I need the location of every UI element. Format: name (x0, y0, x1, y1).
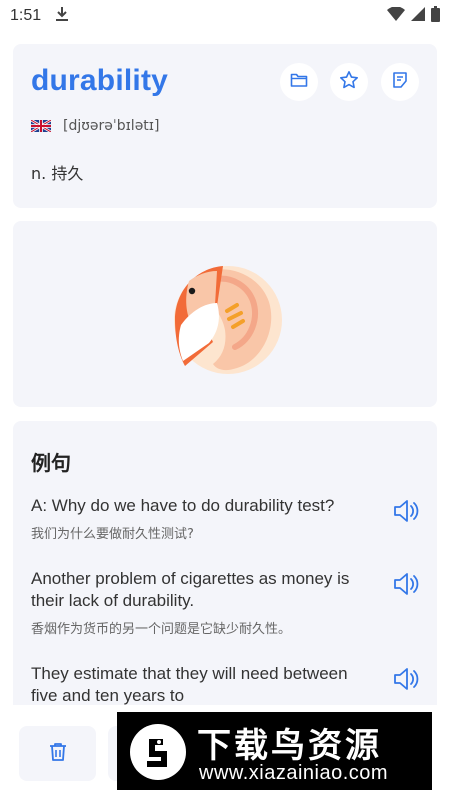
example-english: A: Why do we have to do durability test? (31, 496, 335, 515)
speaker-icon[interactable] (393, 667, 421, 695)
folder-icon (290, 72, 308, 92)
delete-button[interactable] (19, 726, 96, 781)
examples-card: 例句 A: Why do we have to do durability te… (13, 421, 437, 721)
speaker-icon[interactable] (393, 572, 421, 600)
status-time: 1:51 (10, 7, 42, 24)
example-item: Another problem of cigarettes as money i… (31, 568, 421, 637)
definition-text: n. 持久 (31, 164, 84, 183)
star-icon (339, 70, 359, 94)
example-item: A: Why do we have to do durability test?… (31, 495, 421, 542)
add-to-folder-button[interactable] (280, 63, 318, 101)
example-item: They estimate that they will need betwee… (31, 663, 421, 707)
example-english: They estimate that they will need betwee… (31, 664, 348, 705)
ear-illustration (174, 266, 282, 374)
illustration-card (13, 221, 437, 407)
trash-icon (49, 742, 67, 766)
download-icon (55, 6, 69, 26)
watermark-url: www.xiazainiao.com (199, 762, 389, 784)
word-card: durability [djʊərəˈbɪlətɪ] n. 持久 (13, 44, 437, 208)
watermark-title: 下载鸟资源 (197, 726, 382, 766)
wifi-icon (387, 6, 405, 25)
word-title: durability (31, 64, 169, 97)
example-chinese: 香烟作为货币的另一个问题是它缺少耐久性。 (31, 622, 292, 637)
bird-logo-icon (130, 724, 186, 780)
pronunciation-row[interactable]: [djʊərəˈbɪlətɪ] (31, 118, 159, 134)
signal-icon (411, 7, 425, 25)
example-chinese: 我们为什么要做耐久性测试? (31, 527, 194, 542)
example-english: Another problem of cigarettes as money i… (31, 569, 350, 610)
status-bar: 1:51 (0, 0, 450, 32)
phonetic-text: [djʊərəˈbɪlətɪ] (63, 118, 160, 134)
note-button[interactable] (381, 63, 419, 101)
examples-heading: 例句 (31, 451, 71, 475)
uk-flag-icon (31, 120, 51, 132)
favorite-button[interactable] (330, 63, 368, 101)
battery-icon (431, 6, 440, 26)
speaker-icon[interactable] (393, 499, 421, 527)
status-icons (387, 6, 440, 26)
watermark-banner: 下载鸟资源 www.xiazainiao.com (117, 712, 432, 790)
note-icon (391, 71, 409, 93)
